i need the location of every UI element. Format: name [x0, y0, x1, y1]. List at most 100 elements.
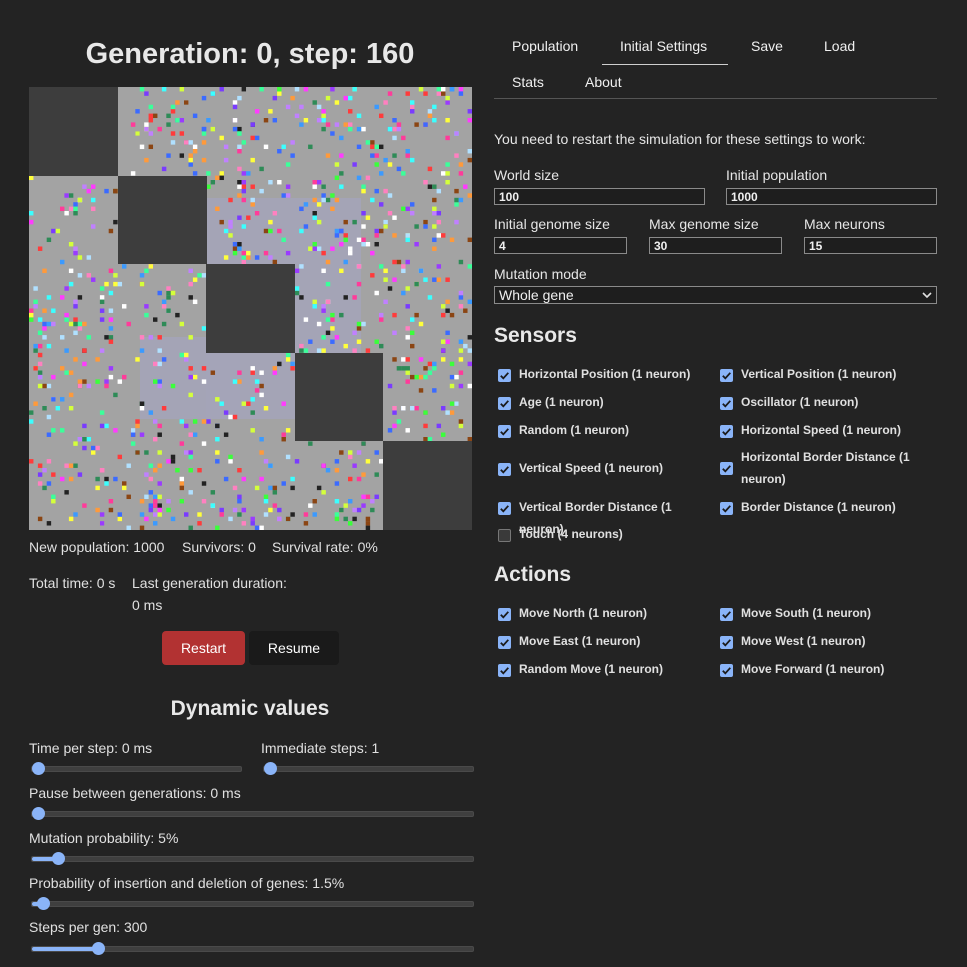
creature-dot — [139, 512, 145, 517]
max-neurons-input[interactable]: 15 — [804, 237, 937, 254]
action-checkbox[interactable] — [498, 608, 511, 621]
action-checkbox[interactable] — [720, 636, 733, 649]
sensor-checkbox[interactable] — [498, 397, 511, 410]
creature-dot — [166, 290, 171, 296]
sensor-checkbox[interactable] — [498, 425, 511, 438]
creature-dot — [374, 242, 379, 247]
creature-dot — [42, 406, 47, 411]
resume-button[interactable]: Resume — [249, 631, 339, 665]
creature-dot — [113, 219, 118, 225]
creature-dot — [441, 233, 446, 238]
creature-dot — [272, 118, 278, 123]
mutation-probability-slider[interactable] — [31, 851, 474, 865]
creature-dot — [188, 268, 193, 274]
sensor-checkbox[interactable] — [498, 463, 511, 476]
sensor-checkbox[interactable] — [720, 397, 733, 410]
creature-dot — [104, 188, 109, 194]
creature-dot — [192, 171, 198, 176]
slider-thumb[interactable] — [31, 806, 45, 820]
initial-genome-size-input[interactable]: 4 — [494, 237, 627, 254]
creature-dot — [250, 157, 255, 163]
insert-delete-slider[interactable] — [31, 896, 474, 910]
slider-thumb[interactable] — [51, 851, 65, 865]
tab-load[interactable]: Load — [824, 38, 855, 54]
creature-dot — [290, 476, 295, 482]
creature-dot — [427, 295, 433, 300]
creature-dot — [410, 343, 415, 349]
creature-dot — [285, 250, 291, 256]
immediate-steps-slider[interactable] — [263, 761, 474, 775]
creature-dot — [108, 228, 114, 234]
slider-thumb[interactable] — [263, 761, 277, 775]
creature-dot — [237, 193, 242, 198]
sensor-checkbox[interactable] — [498, 369, 511, 382]
creature-dot — [64, 211, 69, 216]
creature-dot — [46, 414, 52, 420]
creature-dot — [157, 432, 162, 437]
creature-dot — [312, 299, 317, 305]
creature-dot — [268, 180, 273, 185]
sensor-checkbox[interactable] — [720, 369, 733, 382]
pause-slider[interactable] — [31, 806, 474, 820]
world-size-input[interactable]: 100 — [494, 188, 705, 205]
creature-dot — [432, 366, 437, 371]
creature-dot — [392, 215, 397, 220]
tab-save[interactable]: Save — [751, 38, 783, 54]
creature-dot — [454, 153, 459, 158]
creature-dot — [161, 299, 167, 305]
creature-dot — [175, 312, 180, 318]
creature-dot — [37, 463, 43, 468]
tab-stats[interactable]: Stats — [512, 74, 544, 90]
creature-dot — [321, 268, 326, 274]
steps-per-gen-slider[interactable] — [31, 941, 474, 955]
creature-dot — [29, 175, 34, 181]
tab-population[interactable]: Population — [512, 38, 578, 54]
creature-dot — [122, 374, 127, 380]
sensor-checkbox[interactable] — [720, 502, 733, 515]
creature-dot — [68, 193, 74, 198]
creature-dot — [396, 166, 402, 172]
creature-dot — [432, 361, 437, 367]
slider-thumb[interactable] — [36, 896, 50, 910]
slider-thumb[interactable] — [31, 761, 45, 775]
tab-about[interactable]: About — [585, 74, 622, 90]
creature-dot — [104, 476, 109, 482]
tab-initial-settings[interactable]: Initial Settings — [620, 38, 707, 54]
action-checkbox[interactable] — [498, 636, 511, 649]
action-checkbox[interactable] — [720, 608, 733, 621]
max-genome-size-input[interactable]: 30 — [649, 237, 782, 254]
creature-dot — [343, 343, 348, 349]
creature-dot — [316, 104, 322, 110]
creature-dot — [157, 494, 162, 500]
sensor-checkbox[interactable] — [498, 529, 511, 542]
creature-dot — [467, 361, 472, 367]
creature-dot — [370, 197, 375, 203]
creature-dot — [161, 321, 167, 327]
action-checkbox[interactable] — [720, 664, 733, 677]
creature-dot — [232, 118, 238, 123]
time-per-step-slider[interactable] — [31, 761, 242, 775]
creature-dot — [241, 250, 247, 256]
creature-dot — [179, 131, 185, 136]
creature-dot — [263, 250, 269, 256]
action-checkbox[interactable] — [498, 664, 511, 677]
creature-dot — [77, 321, 83, 327]
creature-dot — [161, 304, 167, 309]
mutation-mode-select[interactable]: Whole gene — [494, 286, 937, 304]
creature-dot — [33, 343, 38, 349]
creature-dot — [445, 171, 450, 176]
sensor-checkbox-label: Border Distance (1 neuron) — [741, 500, 896, 514]
initial-genome-size-label: Initial genome size — [494, 216, 610, 232]
creature-dot — [91, 184, 96, 189]
initial-population-input[interactable]: 1000 — [726, 188, 937, 205]
creature-dot — [82, 379, 87, 384]
restart-button[interactable]: Restart — [162, 631, 245, 665]
creature-dot — [272, 503, 278, 508]
creature-dot — [223, 157, 229, 163]
creature-dot — [396, 366, 402, 371]
sensor-checkbox[interactable] — [498, 502, 511, 515]
sensor-checkbox[interactable] — [720, 425, 733, 438]
creature-dot — [374, 153, 379, 158]
slider-thumb[interactable] — [91, 941, 105, 955]
sensor-checkbox[interactable] — [720, 462, 733, 475]
